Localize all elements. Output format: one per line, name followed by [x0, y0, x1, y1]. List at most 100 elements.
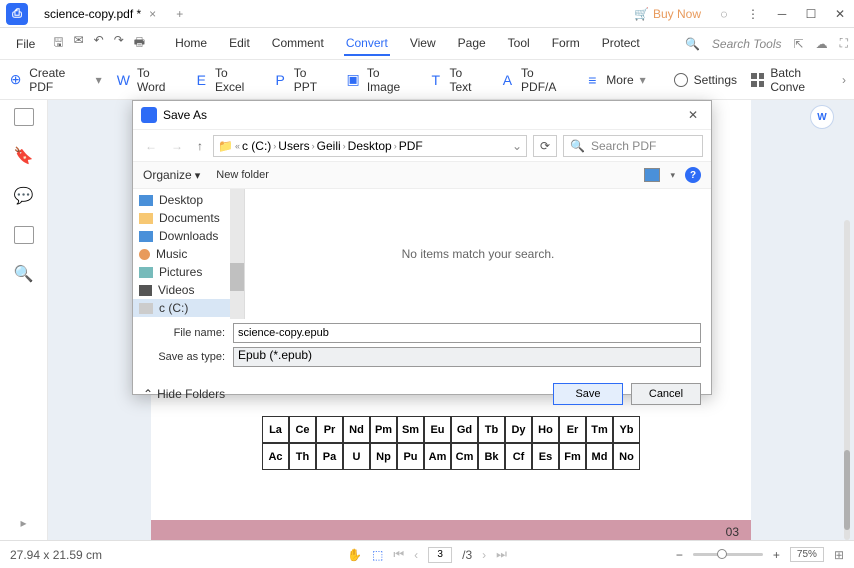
mail-icon[interactable]: ✉ — [74, 33, 84, 54]
more-button[interactable]: ≡More▾ — [584, 72, 645, 88]
folder-tree[interactable]: Desktop Documents Downloads Music Pictur… — [133, 189, 245, 319]
cancel-button[interactable]: Cancel — [631, 383, 701, 405]
share-icon[interactable]: ⇱ — [794, 37, 804, 51]
vertical-scrollbar[interactable] — [844, 220, 850, 540]
periodic-table: LaCePrNdPmSmEuGdTbDyHoErTmYb AcThPaUNpPu… — [262, 416, 640, 470]
element-cell: Fm — [559, 443, 586, 470]
fit-page-icon[interactable]: ⊞ — [834, 548, 844, 562]
tab-view[interactable]: View — [408, 32, 438, 56]
word-float-icon[interactable]: W — [810, 105, 834, 129]
create-pdf-button[interactable]: ⊕Create PDF▾ — [8, 66, 102, 94]
element-cell: Pa — [316, 443, 343, 470]
save-icon[interactable]: 🖫 — [53, 33, 63, 54]
batch-convert-button[interactable]: Batch Conve› — [751, 66, 846, 94]
thumbnails-icon[interactable] — [14, 108, 34, 126]
select-tool-icon[interactable]: ⬚ — [372, 548, 383, 562]
tab-comment[interactable]: Comment — [270, 32, 326, 56]
tree-music[interactable]: Music — [133, 245, 244, 263]
file-menu[interactable]: File — [6, 37, 45, 51]
breadcrumb-dropdown-icon[interactable]: ⌄ — [512, 139, 522, 153]
next-page-icon[interactable]: › — [482, 548, 486, 562]
tree-downloads[interactable]: Downloads — [133, 227, 244, 245]
nav-forward-icon[interactable]: → — [167, 139, 187, 153]
cloud-icon[interactable]: ☁ — [816, 37, 828, 51]
zoom-in-icon[interactable]: + — [773, 548, 780, 562]
tree-documents[interactable]: Documents — [133, 209, 244, 227]
to-word-button[interactable]: WTo Word — [116, 66, 180, 94]
filename-input[interactable] — [233, 323, 701, 343]
settings-button[interactable]: Settings — [674, 73, 737, 87]
element-cell: Sm — [397, 416, 424, 443]
print-icon[interactable]: 🖶 — [134, 33, 145, 54]
minimize-button[interactable]: ─ — [768, 0, 796, 28]
image-icon: ▣ — [346, 72, 361, 88]
zoom-level[interactable]: 75% — [790, 547, 824, 562]
to-text-button[interactable]: TTo Text — [428, 66, 486, 94]
search-input[interactable]: 🔍 Search PDF — [563, 135, 703, 157]
to-pdfa-button[interactable]: ATo PDF/A — [500, 66, 571, 94]
bookmark-icon[interactable]: 🔖 — [14, 146, 34, 166]
tab-page[interactable]: Page — [456, 32, 488, 56]
search-tools-placeholder[interactable]: Search Tools — [712, 37, 782, 51]
undo-icon[interactable]: ↶ — [94, 33, 104, 54]
comment-panel-icon[interactable]: 💬 — [14, 186, 34, 206]
to-ppt-button[interactable]: PTo PPT — [272, 66, 331, 94]
chevron-down-icon: ▾ — [640, 73, 646, 87]
new-tab-button[interactable]: + — [166, 7, 193, 21]
element-cell: Tb — [478, 416, 505, 443]
user-icon[interactable]: ◌ — [710, 0, 738, 28]
document-tab[interactable]: science-copy.pdf * × — [34, 0, 166, 28]
tab-form[interactable]: Form — [550, 32, 582, 56]
convert-toolbar: ⊕Create PDF▾ WTo Word ETo Excel PTo PPT … — [0, 60, 854, 100]
hand-tool-icon[interactable]: ✋ — [347, 548, 362, 562]
scrollbar-thumb[interactable] — [844, 450, 850, 530]
more-icon[interactable]: ⋮ — [739, 0, 767, 28]
excel-icon: E — [194, 72, 209, 88]
savetype-select[interactable]: Epub (*.epub) — [233, 347, 701, 367]
tree-drive-c[interactable]: c (C:) — [133, 299, 244, 317]
hide-folders-button[interactable]: ⌃Hide Folders — [143, 387, 225, 401]
expand-icon[interactable]: ⛶ — [840, 36, 848, 51]
tab-home[interactable]: Home — [173, 32, 209, 56]
tab-tool[interactable]: Tool — [506, 32, 532, 56]
view-mode-icon[interactable] — [644, 168, 660, 182]
first-page-icon[interactable]: ⏮ — [393, 547, 404, 562]
tree-videos[interactable]: Videos — [133, 281, 244, 299]
tab-convert[interactable]: Convert — [344, 32, 390, 56]
element-cell: Yb — [613, 416, 640, 443]
page-number-input[interactable] — [428, 547, 452, 563]
help-icon[interactable]: ? — [685, 167, 701, 183]
last-page-icon[interactable]: ⏭ — [496, 547, 507, 562]
save-button[interactable]: Save — [553, 383, 623, 405]
prev-page-icon[interactable]: ‹ — [414, 548, 418, 562]
element-cell: Bk — [478, 443, 505, 470]
zoom-out-icon[interactable]: − — [676, 548, 683, 562]
maximize-button[interactable]: ☐ — [797, 0, 825, 28]
tree-scrollbar-thumb[interactable] — [230, 263, 244, 291]
search-panel-icon[interactable]: 🔍 — [14, 264, 34, 284]
tab-edit[interactable]: Edit — [227, 32, 252, 56]
tab-protect[interactable]: Protect — [600, 32, 642, 56]
close-window-button[interactable]: ✕ — [826, 0, 854, 28]
folder-icon: 📁 — [218, 139, 233, 153]
tree-scrollbar[interactable] — [230, 189, 244, 319]
redo-icon[interactable]: ↷ — [114, 33, 124, 54]
file-list-area[interactable]: No items match your search. — [245, 189, 711, 319]
attachment-icon[interactable] — [14, 226, 34, 244]
dialog-close-button[interactable]: ✕ — [683, 105, 703, 125]
tree-pictures[interactable]: Pictures — [133, 263, 244, 281]
to-image-button[interactable]: ▣To Image — [346, 66, 415, 94]
tab-close-icon[interactable]: × — [149, 7, 156, 21]
sidebar-expand-icon[interactable]: ▸ — [20, 516, 26, 530]
organize-button[interactable]: Organize ▾ — [143, 168, 200, 182]
breadcrumb[interactable]: 📁 « c (C:)› Users› Geili› Desktop› PDF ⌄ — [213, 135, 527, 157]
zoom-slider[interactable] — [693, 553, 763, 556]
new-folder-button[interactable]: New folder — [216, 169, 269, 181]
buy-now-button[interactable]: 🛒 Buy Now — [626, 7, 709, 21]
to-excel-button[interactable]: ETo Excel — [194, 66, 259, 94]
nav-back-icon[interactable]: ← — [141, 139, 161, 153]
nav-up-icon[interactable]: ↑ — [193, 139, 207, 153]
tree-desktop[interactable]: Desktop — [133, 191, 244, 209]
refresh-button[interactable]: ⟳ — [533, 135, 557, 157]
zoom-thumb[interactable] — [717, 549, 727, 559]
